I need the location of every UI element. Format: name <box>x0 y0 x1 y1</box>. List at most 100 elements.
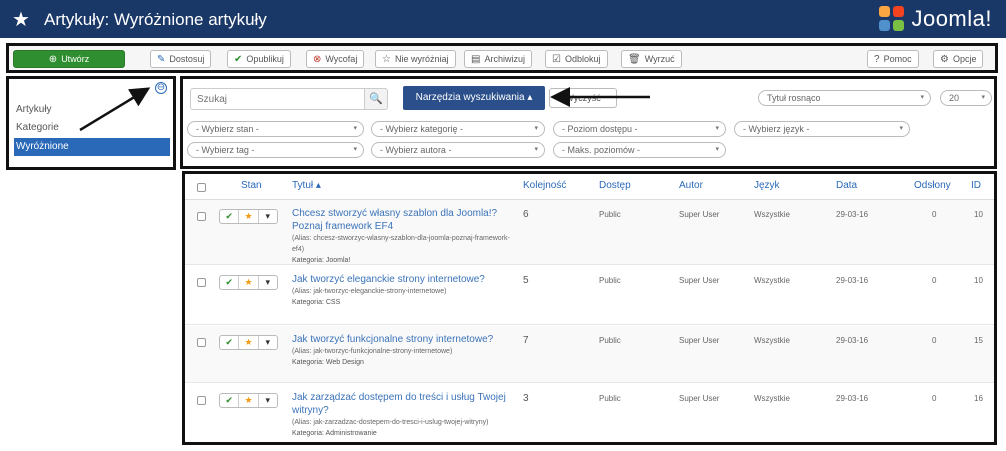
filter-language[interactable]: - Wybierz język - ▾ <box>734 121 910 137</box>
article-alias: (Alias: jak-tworzyc-eleganckie-strony-in… <box>292 288 447 295</box>
chevron-down-icon[interactable]: ▾ <box>259 394 277 407</box>
featured-star-icon[interactable]: ★ <box>239 336 259 349</box>
published-check-icon[interactable]: ✔ <box>220 394 240 407</box>
new-button[interactable]: ⊕ Utwórz <box>13 50 125 68</box>
published-check-icon[interactable]: ✔ <box>220 336 240 349</box>
chevron-down-icon: ▾ <box>899 125 903 132</box>
published-check-icon[interactable]: ✔ <box>220 210 240 223</box>
filter-tag[interactable]: - Wybierz tag - ▾ <box>187 142 364 158</box>
author-value[interactable]: Super User <box>679 210 719 219</box>
article-category: Kategoria: Administrowanie <box>292 430 377 437</box>
column-header-author[interactable]: Autor <box>679 180 703 191</box>
author-value[interactable]: Super User <box>679 394 719 403</box>
select-all-checkbox[interactable] <box>197 183 206 192</box>
access-value: Public <box>599 336 621 345</box>
search-button[interactable]: 🔍 <box>364 88 388 110</box>
filter-state[interactable]: - Wybierz stan - ▾ <box>187 121 364 137</box>
publish-button[interactable]: ✔ Opublikuj <box>227 50 291 68</box>
limit-select[interactable]: 20 ▾ <box>940 90 992 106</box>
author-value[interactable]: Super User <box>679 336 719 345</box>
filter-max-levels[interactable]: - Maks. poziomów - ▾ <box>553 142 726 158</box>
article-alias: (Alias: jak-tworzyc-funkcjonalne-strony-… <box>292 348 453 355</box>
sidebar-item-featured[interactable]: Wyróżnione <box>14 138 170 156</box>
table-row: ✔ ★ ▾ Jak tworzyć eleganckie strony inte… <box>185 266 994 325</box>
id-value: 10 <box>974 276 983 285</box>
language-value: Wszystkie <box>754 394 790 403</box>
help-button[interactable]: ? Pomoc <box>867 50 919 68</box>
edit-button[interactable]: ✎ Dostosuj <box>150 50 212 68</box>
trash-icon: 🗑 <box>628 53 641 65</box>
article-title[interactable]: Jak tworzyć funkcjonalne strony internet… <box>292 333 514 369</box>
hits-value: 0 <box>932 276 937 285</box>
published-check-icon[interactable]: ✔ <box>220 276 240 289</box>
plus-circle-icon: ⊕ <box>48 53 58 65</box>
row-checkbox[interactable] <box>197 278 206 287</box>
chevron-down-icon: ▾ <box>534 125 538 132</box>
ordering-value: 7 <box>523 335 529 346</box>
article-alias: (Alias: jak-zarzadzac-dostepem-do-tresci… <box>292 419 489 426</box>
chevron-down-icon[interactable]: ▾ <box>259 276 277 289</box>
unpublish-button[interactable]: ⊗ Wycofaj <box>306 50 365 68</box>
featured-star-icon[interactable]: ★ <box>239 276 259 289</box>
archive-button[interactable]: ▤ Archiwizuj <box>464 50 532 68</box>
author-value[interactable]: Super User <box>679 276 719 285</box>
chevron-down-icon: ▾ <box>715 125 719 132</box>
clear-button[interactable]: Wyczyść <box>549 88 617 108</box>
column-header-title[interactable]: Tytuł ▴ <box>292 180 321 191</box>
row-checkbox[interactable] <box>197 396 206 405</box>
unfeature-button[interactable]: ☆ Nie wyróżniaj <box>375 50 456 68</box>
archive-icon: ▤ <box>471 53 481 65</box>
column-header-id[interactable]: ID <box>971 180 981 191</box>
article-category: Kategoria: Web Design <box>292 359 364 366</box>
search-tools-button[interactable]: Narzędzia wyszukiwania ▴ <box>403 86 545 110</box>
options-button[interactable]: ⚙ Opcje <box>933 50 984 68</box>
featured-star-icon[interactable]: ★ <box>239 210 259 223</box>
filter-author[interactable]: - Wybierz autora - ▾ <box>371 142 545 158</box>
filter-category[interactable]: - Wybierz kategorię - ▾ <box>371 121 545 137</box>
sidebar-toggle-icon[interactable]: ⊖ <box>155 82 167 94</box>
column-header-status[interactable]: Stan <box>241 180 262 191</box>
hits-value: 0 <box>932 394 937 403</box>
chevron-down-icon: ▾ <box>920 94 924 101</box>
chevron-down-icon: ▾ <box>981 94 985 101</box>
column-header-access[interactable]: Dostęp <box>599 180 631 191</box>
chevron-down-icon: ▾ <box>715 146 719 153</box>
articles-table: Stan Tytuł ▴ Kolejność Dostęp Autor Języ… <box>182 171 997 445</box>
sidebar-item-articles[interactable]: Artykuły <box>14 101 170 119</box>
date-value: 29-03-16 <box>836 394 869 403</box>
status-toggle-group[interactable]: ✔ ★ ▾ <box>219 275 278 290</box>
article-title[interactable]: Chcesz stworzyć własny szablon dla Jooml… <box>292 207 514 267</box>
row-checkbox[interactable] <box>197 338 206 347</box>
column-header-date[interactable]: Data <box>836 180 857 191</box>
column-header-hits[interactable]: Odsłony <box>914 180 951 191</box>
status-toggle-group[interactable]: ✔ ★ ▾ <box>219 335 278 350</box>
joomla-logo-text: Joomla! <box>911 6 992 31</box>
sidebar-item-categories[interactable]: Kategorie <box>14 119 170 137</box>
filter-access[interactable]: - Poziom dostępu - ▾ <box>553 121 726 137</box>
chevron-down-icon[interactable]: ▾ <box>259 210 277 223</box>
id-value: 15 <box>974 336 983 345</box>
search-filters: 🔍 Narzędzia wyszukiwania ▴ Wyczyść Tytuł… <box>180 76 997 169</box>
search-input[interactable] <box>190 88 365 110</box>
featured-star-icon[interactable]: ★ <box>239 394 259 407</box>
chevron-down-icon[interactable]: ▾ <box>259 336 277 349</box>
checkin-button[interactable]: ☑ Odblokuj <box>545 50 608 68</box>
column-header-language[interactable]: Język <box>754 180 780 191</box>
article-title[interactable]: Jak tworzyć eleganckie strony internetow… <box>292 273 514 309</box>
trash-button[interactable]: 🗑 Wyrzuć <box>621 50 682 68</box>
column-header-ordering[interactable]: Kolejność <box>523 180 566 191</box>
status-toggle-group[interactable]: ✔ ★ ▾ <box>219 209 278 224</box>
row-checkbox[interactable] <box>197 212 206 221</box>
status-toggle-group[interactable]: ✔ ★ ▾ <box>219 393 278 408</box>
joomla-logo[interactable]: Joomla! <box>879 5 992 33</box>
help-icon: ? <box>874 53 880 65</box>
article-title[interactable]: Jak zarządzać dostępem do treści i usług… <box>292 391 514 440</box>
date-value: 29-03-16 <box>836 210 869 219</box>
chevron-down-icon: ▾ <box>353 125 357 132</box>
article-category: Kategoria: CSS <box>292 299 341 306</box>
ordering-value: 5 <box>523 275 529 286</box>
sort-select[interactable]: Tytuł rosnąco ▾ <box>758 90 931 106</box>
language-value: Wszystkie <box>754 210 790 219</box>
access-value: Public <box>599 394 621 403</box>
access-value: Public <box>599 210 621 219</box>
